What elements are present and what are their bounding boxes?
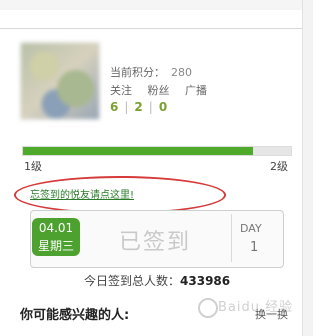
- total-value: 433986: [180, 274, 231, 288]
- day-count: 1: [250, 240, 259, 255]
- day-label: DAY: [240, 222, 262, 235]
- broadcasts-count[interactable]: 0: [159, 100, 167, 114]
- forgot-checkin-link[interactable]: 忘签到的悦友请点这里!: [30, 186, 134, 201]
- weekday-text: 星期三: [37, 239, 74, 253]
- level-progress-fill: [23, 147, 254, 155]
- stats-labels: 关注 粉丝 广播: [110, 82, 219, 98]
- interest-heading: 你可能感兴趣的人:: [20, 308, 130, 323]
- broadcasts-link[interactable]: 广播: [185, 84, 207, 97]
- following-count[interactable]: 6: [110, 100, 118, 114]
- stat-separator: |: [124, 100, 129, 114]
- date-tag: 04.01 星期三: [32, 218, 80, 256]
- frame-divider: [0, 28, 313, 29]
- date-text: 04.01: [38, 221, 74, 235]
- points-label: 当前积分：: [110, 66, 165, 79]
- watermark-text: Baidu 经验: [218, 300, 294, 315]
- checkin-status-button[interactable]: 已签到: [82, 224, 228, 256]
- day-divider: [231, 214, 232, 262]
- level-next: 2级: [270, 160, 288, 173]
- level-progress-bar: [22, 146, 292, 156]
- avatar[interactable]: [20, 42, 100, 120]
- total-checkins: 今日签到总人数：433986: [84, 272, 230, 289]
- following-link[interactable]: 关注: [110, 84, 132, 97]
- scrollbar[interactable]: [302, 0, 313, 336]
- watermark: Baidu 经验: [178, 290, 298, 330]
- top-strip: [0, 0, 313, 10]
- stat-separator: |: [148, 100, 153, 114]
- stats-values: 6 | 2 | 0: [110, 100, 167, 114]
- baidu-paw-icon: [198, 298, 218, 318]
- total-label: 今日签到总人数：: [84, 274, 181, 288]
- followers-link[interactable]: 粉丝: [148, 84, 170, 97]
- points-value: 280: [171, 66, 192, 79]
- level-current: 1级: [24, 160, 42, 173]
- points-row: 当前积分： 280: [110, 64, 192, 80]
- followers-count[interactable]: 2: [134, 100, 142, 114]
